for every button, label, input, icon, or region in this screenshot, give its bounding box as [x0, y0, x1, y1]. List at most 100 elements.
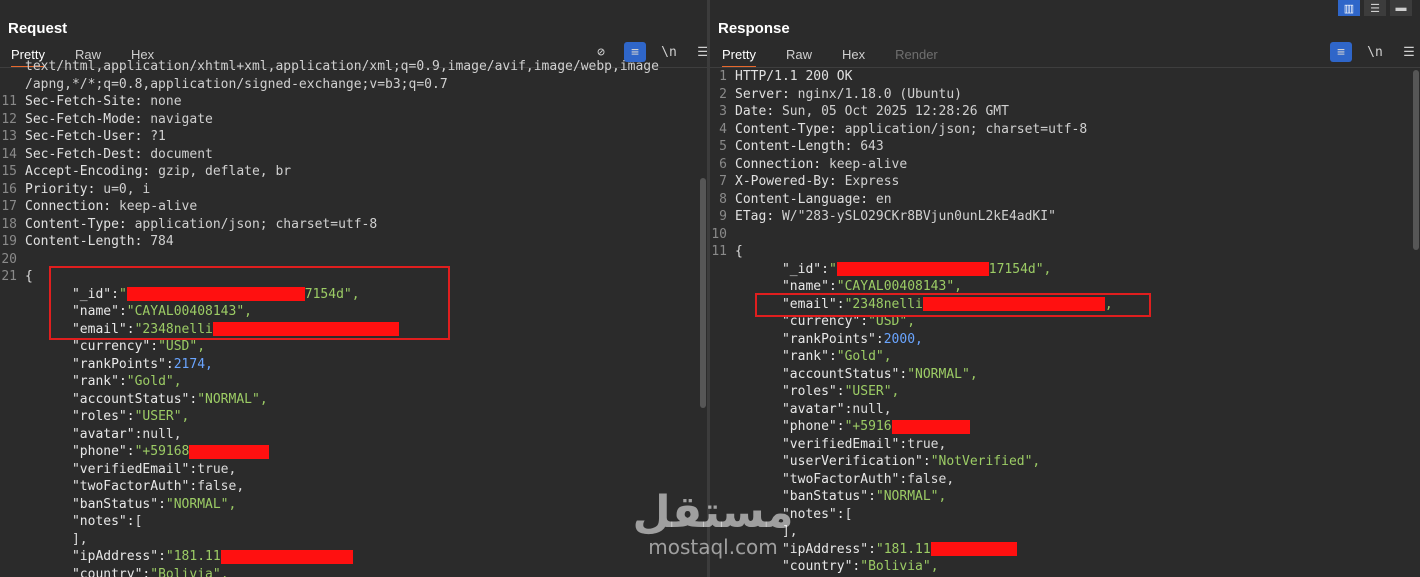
- json-line: "country":"Bolivia",: [0, 566, 707, 577]
- line-number: 3: [719, 104, 727, 119]
- json-value: "NORMAL",: [165, 496, 237, 512]
- code-line: 9 ETag: W/"283-ySLO29CKr8BVjun0unL2kE4adK…: [710, 208, 1420, 226]
- view-layout-buttons: ▥ ☰ ▬: [1338, 0, 1412, 16]
- layout-split-icon[interactable]: ▥: [1338, 0, 1360, 16]
- word-wrap-icon[interactable]: ≡: [1330, 42, 1352, 62]
- json-value: "CAYAL00408143",: [836, 279, 962, 294]
- json-open-brace: {: [735, 244, 743, 259]
- code-line: 15 Accept-Encoding: gzip, deflate, br: [0, 163, 707, 181]
- line-number: 6: [719, 156, 727, 172]
- json-line: "accountStatus":"NORMAL",: [710, 366, 1420, 384]
- response-editor[interactable]: 1 HTTP/1.1 200 OK 2 Server: nginx/1.18.0 (U…: [710, 68, 1420, 577]
- json-key: "twoFactorAuth": [71, 479, 190, 494]
- json-value: ": [828, 261, 837, 277]
- json-line: "banStatus":"NORMAL",: [0, 496, 707, 514]
- header-value: application/json; charset=utf-8: [134, 216, 378, 232]
- code-line: 10: [710, 226, 1420, 244]
- response-title: Response: [718, 20, 790, 37]
- json-value: "USER",: [844, 384, 900, 399]
- response-tab-raw[interactable]: Raw: [786, 46, 812, 68]
- layout-single-icon[interactable]: ▬: [1390, 0, 1412, 16]
- json-key: "rank": [781, 349, 829, 364]
- json-key: "_id": [781, 261, 822, 277]
- json-line: "notes":[: [710, 506, 1420, 524]
- json-line: "userVerification":"NotVerified",: [710, 453, 1420, 471]
- code-line: 16 Priority: u=0, i: [0, 181, 707, 199]
- header-value: ?1: [150, 129, 166, 144]
- redaction-bar: [220, 549, 353, 564]
- json-key: "name": [781, 279, 829, 294]
- header-sep: :: [142, 164, 159, 179]
- request-title: Request: [8, 20, 68, 37]
- response-tabs: Pretty Raw Hex Render: [722, 46, 968, 68]
- json-value: true,: [197, 461, 237, 477]
- code-line: 13 Sec-Fetch-User: ?1: [0, 128, 707, 146]
- json-key: "twoFactorAuth": [781, 471, 900, 487]
- header-value: u=0, i: [103, 181, 151, 197]
- code-line: 3 Date: Sun, 05 Oct 2025 12:28:26 GMT: [710, 103, 1420, 121]
- code-line: 12 Sec-Fetch-Mode: navigate: [0, 111, 707, 129]
- json-key: "phone": [781, 419, 837, 434]
- json-value: "NotVerified",: [930, 454, 1041, 469]
- json-colon: :: [828, 349, 837, 364]
- header-sep: :: [134, 146, 151, 162]
- json-line: "phone":"+59168: [0, 443, 707, 461]
- header-name: Sec-Fetch-Site: [25, 94, 135, 109]
- json-key: "avatar": [781, 401, 845, 417]
- json-line: "country":"Bolivia",: [710, 558, 1420, 576]
- json-colon: :: [836, 419, 845, 434]
- request-scroll-thumb[interactable]: [700, 178, 706, 408]
- header-value: none: [150, 94, 182, 109]
- header-sep: :: [134, 234, 151, 249]
- response-scrollbar[interactable]: [1412, 68, 1420, 577]
- json-line: "ipAddress":"181.11: [0, 548, 707, 566]
- watermark-arabic: مستقل: [632, 487, 794, 538]
- header-value: W/"283-ySLO29CKr8BVjun0unL2kE4adKI": [781, 209, 1056, 224]
- header-sep: :: [813, 156, 829, 172]
- json-colon: :: [821, 261, 829, 277]
- json-line: "verifiedEmail":true,: [710, 436, 1420, 454]
- json-line: "_id":" 17154d",: [710, 261, 1420, 279]
- json-value: null,: [142, 426, 182, 442]
- json-value: "Gold",: [126, 374, 182, 389]
- json-value: "+5916: [844, 419, 892, 434]
- line-number: 12: [1, 111, 17, 127]
- json-colon: :: [158, 549, 166, 564]
- line-number: 14: [1, 146, 17, 162]
- redaction-bar: [930, 542, 1017, 556]
- response-tab-pretty[interactable]: Pretty: [722, 46, 756, 68]
- json-open-brace: {: [25, 269, 33, 284]
- json-line: ],: [710, 523, 1420, 541]
- code-line: 18 Content-Type: application/json; charse…: [0, 216, 707, 234]
- line-number: 4: [719, 121, 727, 137]
- header-sep: :: [828, 174, 845, 189]
- json-line: "avatar":null,: [0, 426, 707, 444]
- json-colon: :: [868, 489, 876, 504]
- json-key: "banStatus": [71, 496, 159, 512]
- json-value: 2000,: [883, 331, 923, 347]
- response-tab-hex[interactable]: Hex: [842, 46, 865, 68]
- line-number: 19: [1, 234, 17, 249]
- json-colon: :: [836, 506, 845, 522]
- json-value: "Gold",: [836, 349, 892, 364]
- layout-horizontal-icon[interactable]: ☰: [1364, 0, 1386, 16]
- json-value: "Bolivia",: [860, 559, 939, 574]
- header-name: Connection: [735, 156, 814, 172]
- response-scroll-thumb[interactable]: [1413, 70, 1419, 250]
- newline-toggle-icon[interactable]: \n: [1364, 42, 1386, 62]
- json-key: "accountStatus": [71, 391, 190, 407]
- line-number: 13: [1, 129, 17, 144]
- json-line: "notes":[: [0, 513, 707, 531]
- menu-icon[interactable]: ☰: [1398, 42, 1420, 62]
- line-number: 20: [1, 251, 17, 267]
- json-line: ],: [0, 531, 707, 549]
- header-name: Date: [735, 104, 767, 119]
- json-value: "181.11: [165, 549, 221, 564]
- redaction-bar: [836, 262, 989, 276]
- json-key: "country": [781, 559, 853, 574]
- json-colon: :: [875, 331, 884, 347]
- code-line: 11 {: [710, 243, 1420, 261]
- json-colon: :: [868, 541, 876, 557]
- header-name: Accept-Encoding: [25, 164, 143, 179]
- response-tab-render: Render: [895, 47, 938, 62]
